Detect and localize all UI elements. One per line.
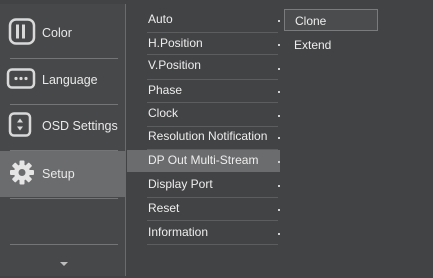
menu-item-h-position[interactable]: H.Position	[127, 33, 280, 55]
sidebar-divider	[10, 244, 118, 245]
sidebar-item-label: Color	[42, 26, 72, 40]
language-icon	[2, 64, 36, 97]
menu-item-phase[interactable]: Phase	[127, 80, 280, 102]
bullet-dot	[278, 185, 280, 187]
menu-item-information[interactable]: Information	[127, 222, 280, 244]
menu-item-label: DP Out Multi-Stream	[148, 153, 259, 167]
sidebar-item-setup[interactable]: Setup	[0, 151, 126, 197]
menu-divider	[147, 220, 278, 221]
menu-item-clock[interactable]: Clock	[127, 103, 280, 125]
sidebar-item-osd-settings[interactable]: OSD Settings	[0, 103, 126, 149]
bullet-dot	[278, 209, 280, 211]
setup-menu: Auto H.Position V.Position Phase Clock R…	[127, 4, 282, 276]
menu-divider	[147, 244, 278, 245]
osd-window: Color Language OSD Settings Setup Auto H…	[0, 0, 433, 278]
option-clone[interactable]: Clone	[284, 9, 378, 31]
menu-item-label: Resolution Notification	[148, 129, 268, 143]
bullet-dot	[278, 68, 280, 70]
option-extend[interactable]: Extend	[284, 34, 378, 56]
bullet-dot	[278, 20, 280, 22]
dp-out-multi-stream-submenu: Clone Extend	[282, 4, 433, 276]
menu-item-reset[interactable]: Reset	[127, 198, 280, 220]
menu-item-label: Display Port	[148, 177, 213, 191]
osd-settings-icon	[2, 110, 36, 143]
sidebar-divider	[10, 198, 118, 199]
sidebar-item-label: Language	[42, 73, 98, 87]
sidebar-item-label: Setup	[42, 167, 75, 181]
menu-item-resolution-notification[interactable]: Resolution Notification	[127, 126, 280, 148]
menu-item-label: Auto	[148, 12, 173, 26]
menu-item-label: Clock	[148, 106, 179, 120]
sidebar-item-color[interactable]: Color	[0, 10, 126, 56]
menu-item-label: Phase	[148, 83, 183, 97]
sidebar-item-label: OSD Settings	[42, 119, 118, 133]
bullet-dot	[278, 161, 280, 163]
option-label: Extend	[294, 38, 332, 52]
menu-item-label: V.Position	[148, 58, 201, 72]
bullet-dot	[278, 115, 280, 117]
menu-item-label: H.Position	[148, 36, 203, 50]
option-label: Clone	[295, 14, 327, 28]
menu-item-label: Information	[148, 225, 209, 239]
sidebar: Color Language OSD Settings Setup	[0, 4, 126, 276]
menu-item-label: Reset	[148, 201, 180, 215]
menu-item-display-port[interactable]: Display Port	[127, 174, 280, 196]
sidebar-item-language[interactable]: Language	[0, 57, 126, 103]
gear-icon	[2, 158, 36, 191]
bullet-dot	[278, 44, 280, 46]
menu-item-v-position[interactable]: V.Position	[127, 55, 280, 77]
bullet-dot	[278, 91, 280, 93]
menu-item-auto[interactable]: Auto	[127, 9, 280, 31]
chevron-down-icon[interactable]	[60, 262, 68, 266]
bullet-dot	[278, 233, 280, 235]
menu-item-dp-out-multi-stream[interactable]: DP Out Multi-Stream	[127, 150, 280, 172]
color-icon	[2, 17, 36, 50]
bullet-dot	[278, 137, 280, 139]
